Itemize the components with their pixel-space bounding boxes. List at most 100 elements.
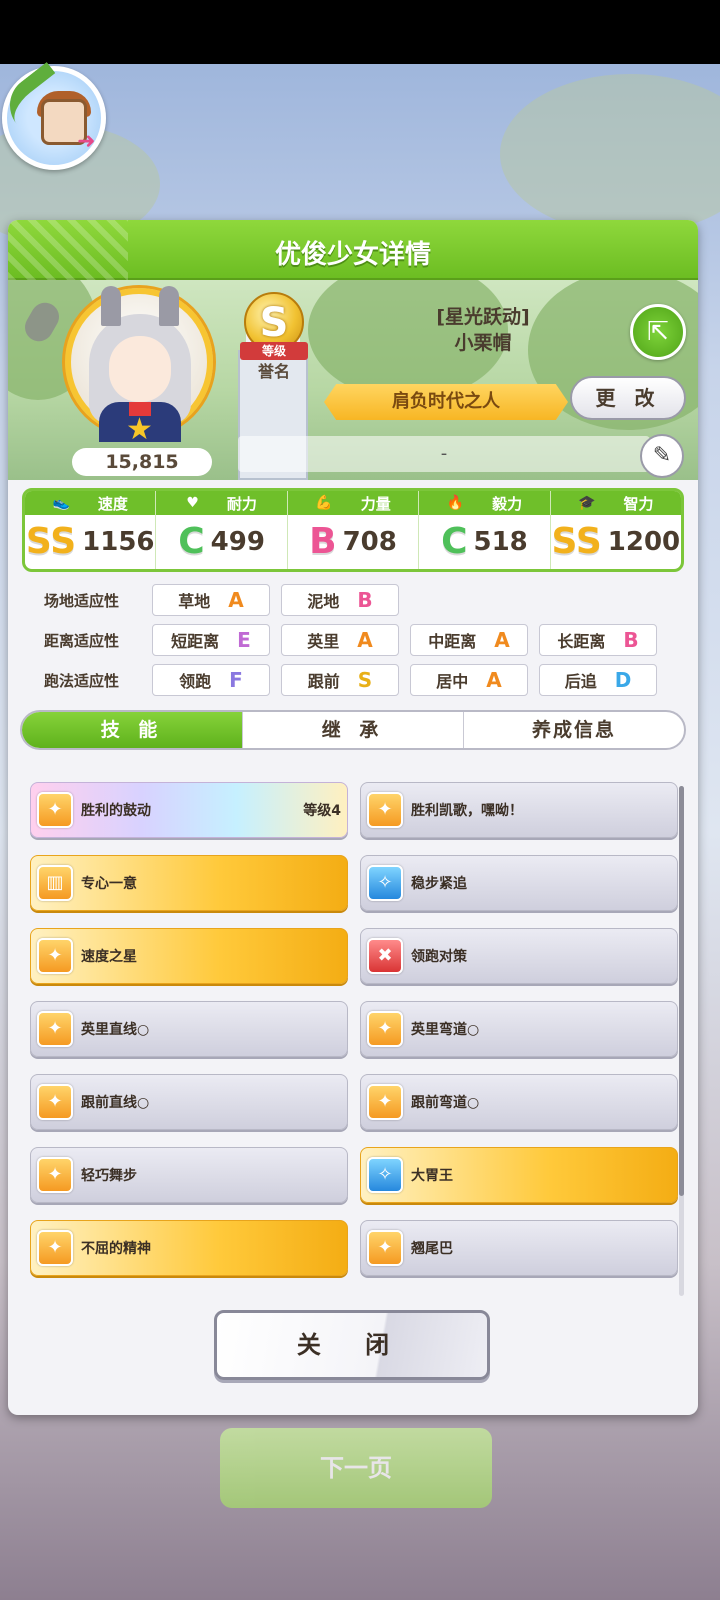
debuff-red-icon: ✖: [367, 938, 403, 974]
sparkle-blue-icon: ✧: [367, 865, 403, 901]
aptitude-grade: B: [357, 588, 373, 612]
stat-value: 1200: [607, 527, 681, 557]
aptitude-grade: A: [357, 628, 373, 652]
tab-bar: 技 能 继 承 养成信息: [20, 710, 686, 750]
aptitude-name: 长距离: [557, 632, 606, 651]
skill-card[interactable]: ✧ 稳步紧追: [360, 855, 678, 911]
sparkle-blue-icon: ✧: [367, 1157, 403, 1193]
aptitude-grade: S: [357, 668, 373, 692]
next-page-button[interactable]: 下一页: [220, 1428, 492, 1508]
shoe-icon: 👟: [52, 495, 70, 511]
aptitude-cell: 草地 A: [152, 584, 270, 616]
skill-name: 专心一意: [81, 876, 137, 892]
character-hero: ★ 15,815 S 等级 誉名 [星光跃动] 小栗帽 肩负时代之人 更 改 ⇱…: [8, 280, 698, 480]
tab-skills[interactable]: 技 能: [22, 712, 243, 748]
aptitude-grade: D: [614, 668, 632, 692]
change-title-button[interactable]: 更 改: [570, 376, 686, 420]
speed-horse-icon: ✦: [367, 792, 403, 828]
aptitude-cell: 短距离 E: [152, 624, 270, 656]
aptitude-name: 泥地: [307, 592, 340, 611]
stat-grade: B: [309, 521, 337, 562]
aptitude-row-field: 场地适应性 草地 A 泥地 B: [28, 580, 688, 620]
aptitude-cell: 跟前 S: [281, 664, 399, 696]
aptitude-table: 场地适应性 草地 A 泥地 B 距离适应性 短距离 E 英里 A 中距离 A 长距离 B 跑…: [28, 580, 688, 700]
skills-list[interactable]: ✦ 胜利的鼓动 等级4 ✦ 胜利凯歌，嘿呦！ ▥ 专心一意 ✧ 稳步紧追 ✦ 速度之星 ✖ 领跑对策 ✦ 英…: [18, 766, 690, 1278]
rank-caption: 誉名: [257, 362, 290, 381]
character-main-name: 小栗帽: [454, 332, 512, 354]
stat-value: 518: [473, 527, 528, 557]
stats-panel: 👟 速度 SS 1156 ♥ 耐力 C 499 💪 力量 B 708 🔥 毅力 C 518 🎓 智…: [22, 488, 684, 572]
speed-horse-icon: ✦: [37, 792, 73, 828]
aptitude-grade: A: [494, 628, 510, 652]
skill-name: 英里直线○: [81, 1022, 150, 1038]
aptitude-name: 短距离: [171, 632, 220, 651]
edit-comment-button[interactable]: ✎: [640, 434, 684, 478]
share-icon: ⇱: [647, 317, 669, 347]
aptitude-cell: 英里 A: [281, 624, 399, 656]
tab-inheritance[interactable]: 继 承: [243, 712, 464, 748]
skill-name: 英里弯道○: [411, 1022, 480, 1038]
gate-icon: ▥: [37, 865, 73, 901]
aptitude-name: 居中: [436, 672, 469, 691]
stat-stamina: ♥ 耐力 C 499: [156, 491, 288, 569]
aptitude-name: 领跑: [179, 672, 212, 691]
aptitude-row-distance: 距离适应性 短距离 E 英里 A 中距离 A 长距离 B: [28, 620, 688, 660]
aptitude-label: 距离适应性: [44, 631, 120, 650]
stat-value: 499: [210, 527, 265, 557]
skill-card[interactable]: ✦ 英里弯道○: [360, 1001, 678, 1057]
aptitude-name: 跟前: [307, 672, 340, 691]
skill-card[interactable]: ✧ 大胃王: [360, 1147, 678, 1203]
speed-horse-icon: ✦: [37, 938, 73, 974]
stat-wisdom: 🎓 智力 SS 1200: [550, 491, 681, 569]
skill-card[interactable]: ✦ 跟前直线○: [30, 1074, 348, 1130]
skill-card[interactable]: ✦ 跟前弯道○: [360, 1074, 678, 1130]
tab-training-info[interactable]: 养成信息: [464, 712, 684, 748]
skill-card[interactable]: ▥ 专心一意: [30, 855, 348, 911]
skill-name: 稳步紧追: [411, 876, 467, 892]
skill-card[interactable]: ✦ 翘尾巴: [360, 1220, 678, 1276]
title-banner: 肩负时代之人: [324, 384, 568, 420]
stat-power: 💪 力量 B 708: [287, 491, 420, 569]
character-portrait: ★: [65, 286, 213, 447]
skill-card[interactable]: ✦ 英里直线○: [30, 1001, 348, 1057]
stat-label: 智力: [623, 494, 654, 513]
dialog-header: 优俊少女详情: [8, 220, 698, 280]
aptitude-cell: 泥地 B: [281, 584, 399, 616]
aptitude-grade: A: [228, 588, 244, 612]
skill-name: 胜利的鼓动: [81, 803, 151, 819]
speed-horse-icon: ✦: [37, 1084, 73, 1120]
speed-horse-icon: ✦: [37, 1157, 73, 1193]
scrollbar-thumb[interactable]: [679, 786, 684, 1196]
stat-guts: 🔥 毅力 C 518: [419, 491, 551, 569]
dialog-title: 优俊少女详情: [274, 240, 431, 270]
comment-field: -: [238, 436, 650, 472]
close-button[interactable]: 关 闭: [214, 1310, 490, 1380]
share-button[interactable]: ⇱: [630, 304, 686, 360]
skill-card[interactable]: ✖ 领跑对策: [360, 928, 678, 984]
skill-name: 大胃王: [411, 1168, 453, 1184]
skill-card[interactable]: ✦ 胜利凯歌，嘿呦！: [360, 782, 678, 838]
character-costume-name: [星光跃动]: [436, 306, 530, 328]
muscle-icon: 💪: [315, 495, 333, 511]
skill-level: 等级4: [303, 803, 341, 819]
aptitude-grade: A: [486, 668, 502, 692]
skill-card[interactable]: ✦ 胜利的鼓动 等级4: [30, 782, 348, 838]
skill-card[interactable]: ✦ 不屈的精神: [30, 1220, 348, 1276]
speed-horse-icon: ✦: [37, 1230, 73, 1266]
skills-scrollbar[interactable]: [679, 786, 684, 1296]
skill-name: 胜利凯歌，嘿呦！: [411, 803, 523, 819]
stat-grade: SS: [551, 521, 602, 562]
aptitude-label: 跑法适应性: [44, 671, 120, 690]
skill-name: 不屈的精神: [81, 1241, 151, 1257]
pencil-icon: ✎: [652, 443, 672, 468]
skill-card[interactable]: ✦ 轻巧舞步: [30, 1147, 348, 1203]
status-bar: [0, 0, 720, 64]
skill-card[interactable]: ✦ 速度之星: [30, 928, 348, 984]
stat-grade: C: [178, 521, 205, 562]
aptitude-cell: 中距离 A: [410, 624, 528, 656]
speed-horse-icon: ✦: [367, 1230, 403, 1266]
translator-badge-icon[interactable]: ➜: [0, 61, 106, 170]
skill-name: 领跑对策: [411, 949, 467, 965]
speed-horse-icon: ✦: [367, 1011, 403, 1047]
aptitude-cell: 领跑 F: [152, 664, 270, 696]
